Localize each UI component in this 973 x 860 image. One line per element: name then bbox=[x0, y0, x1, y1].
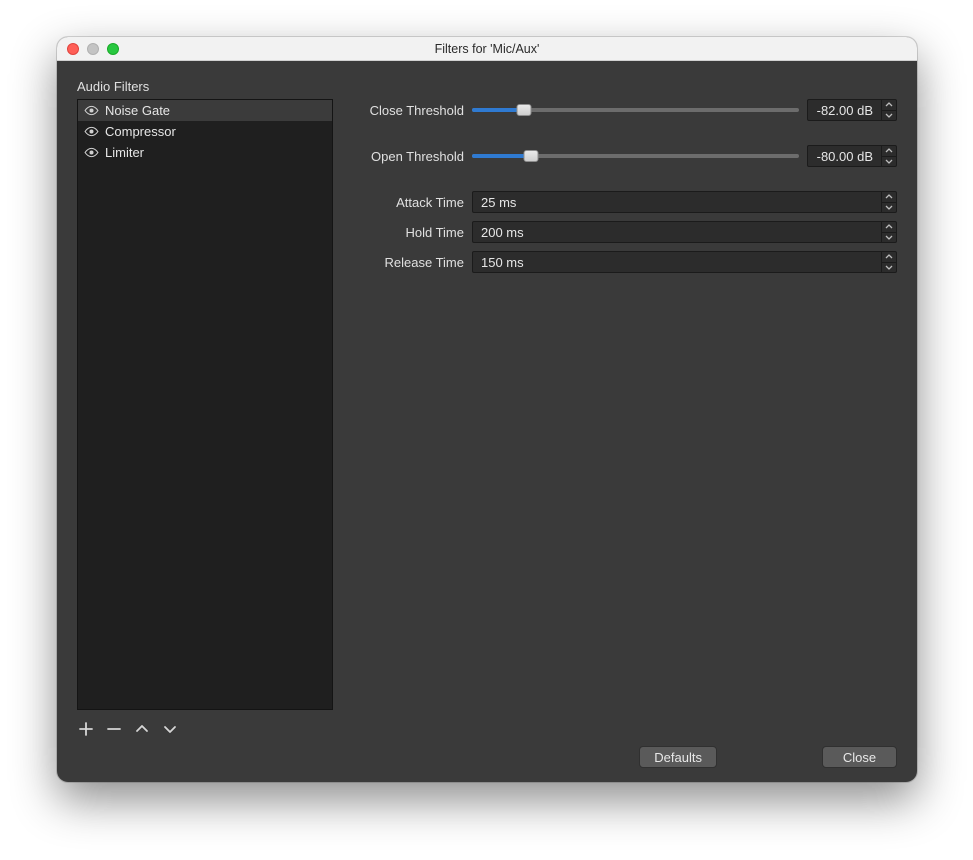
close-window-icon[interactable] bbox=[67, 43, 79, 55]
close-threshold-row: Close Threshold -82.00 dB bbox=[365, 99, 897, 121]
open-threshold-increment[interactable] bbox=[882, 146, 896, 157]
filter-properties: Close Threshold -82.00 dB Open Th bbox=[365, 79, 897, 738]
chevron-up-icon bbox=[885, 194, 893, 199]
close-button[interactable]: Close bbox=[822, 746, 897, 768]
chevron-up-icon bbox=[885, 148, 893, 153]
chevron-down-icon bbox=[885, 113, 893, 118]
eye-icon[interactable] bbox=[84, 147, 99, 158]
move-filter-down-button[interactable] bbox=[161, 720, 179, 738]
close-threshold-label: Close Threshold bbox=[365, 103, 464, 118]
chevron-up-icon bbox=[885, 254, 893, 259]
open-threshold-value[interactable]: -80.00 dB bbox=[808, 146, 881, 166]
sidebar-actions bbox=[77, 710, 333, 738]
filter-item-label: Noise Gate bbox=[105, 103, 170, 118]
hold-time-value[interactable]: 200 ms bbox=[473, 222, 881, 242]
titlebar[interactable]: Filters for 'Mic/Aux' bbox=[57, 37, 917, 61]
release-time-spinbox[interactable]: 150 ms bbox=[472, 251, 897, 273]
eye-icon[interactable] bbox=[84, 126, 99, 137]
chevron-up-icon bbox=[885, 224, 893, 229]
sidebar: Audio Filters Noise Gate bbox=[77, 79, 333, 738]
chevron-down-icon bbox=[885, 159, 893, 164]
attack-time-label: Attack Time bbox=[365, 195, 464, 210]
add-filter-button[interactable] bbox=[77, 720, 95, 738]
hold-time-row: Hold Time 200 ms bbox=[365, 221, 897, 243]
close-threshold-slider[interactable] bbox=[472, 101, 799, 119]
chevron-down-icon bbox=[163, 722, 177, 736]
release-time-row: Release Time 150 ms bbox=[365, 251, 897, 273]
close-threshold-decrement[interactable] bbox=[882, 111, 896, 121]
attack-time-row: Attack Time 25 ms bbox=[365, 191, 897, 213]
attack-time-spinbox[interactable]: 25 ms bbox=[472, 191, 897, 213]
release-time-increment[interactable] bbox=[882, 252, 896, 263]
window-title: Filters for 'Mic/Aux' bbox=[57, 42, 917, 56]
window-controls bbox=[57, 43, 119, 55]
chevron-down-icon bbox=[885, 235, 893, 240]
hold-time-spinbox[interactable]: 200 ms bbox=[472, 221, 897, 243]
open-threshold-spinbox[interactable]: -80.00 dB bbox=[807, 145, 897, 167]
eye-icon[interactable] bbox=[84, 105, 99, 116]
filter-item-label: Limiter bbox=[105, 145, 144, 160]
open-threshold-row: Open Threshold -80.00 dB bbox=[365, 145, 897, 167]
open-threshold-slider[interactable] bbox=[472, 147, 799, 165]
open-threshold-label: Open Threshold bbox=[365, 149, 464, 164]
hold-time-label: Hold Time bbox=[365, 225, 464, 240]
filter-list[interactable]: Noise Gate Compressor bbox=[77, 99, 333, 710]
close-threshold-spinbox[interactable]: -82.00 dB bbox=[807, 99, 897, 121]
attack-time-value[interactable]: 25 ms bbox=[473, 192, 881, 212]
filter-item-compressor[interactable]: Compressor bbox=[78, 121, 332, 142]
maximize-window-icon[interactable] bbox=[107, 43, 119, 55]
hold-time-decrement[interactable] bbox=[882, 233, 896, 243]
release-time-label: Release Time bbox=[365, 255, 464, 270]
open-threshold-decrement[interactable] bbox=[882, 157, 896, 167]
sidebar-title: Audio Filters bbox=[77, 79, 333, 94]
minus-icon bbox=[107, 722, 121, 736]
filter-item-label: Compressor bbox=[105, 124, 176, 139]
chevron-down-icon bbox=[885, 265, 893, 270]
chevron-up-icon bbox=[135, 722, 149, 736]
plus-icon bbox=[79, 722, 93, 736]
close-threshold-increment[interactable] bbox=[882, 100, 896, 111]
minimize-window-icon[interactable] bbox=[87, 43, 99, 55]
attack-time-decrement[interactable] bbox=[882, 203, 896, 213]
attack-time-increment[interactable] bbox=[882, 192, 896, 203]
defaults-button[interactable]: Defaults bbox=[639, 746, 717, 768]
hold-time-increment[interactable] bbox=[882, 222, 896, 233]
chevron-up-icon bbox=[885, 102, 893, 107]
remove-filter-button[interactable] bbox=[105, 720, 123, 738]
footer: Defaults Close bbox=[77, 738, 897, 768]
chevron-down-icon bbox=[885, 205, 893, 210]
filter-item-limiter[interactable]: Limiter bbox=[78, 142, 332, 163]
filter-item-noise-gate[interactable]: Noise Gate bbox=[78, 100, 332, 121]
release-time-value[interactable]: 150 ms bbox=[473, 252, 881, 272]
filters-window: Filters for 'Mic/Aux' Audio Filters Nois… bbox=[57, 37, 917, 782]
release-time-decrement[interactable] bbox=[882, 263, 896, 273]
move-filter-up-button[interactable] bbox=[133, 720, 151, 738]
close-threshold-value[interactable]: -82.00 dB bbox=[808, 100, 881, 120]
